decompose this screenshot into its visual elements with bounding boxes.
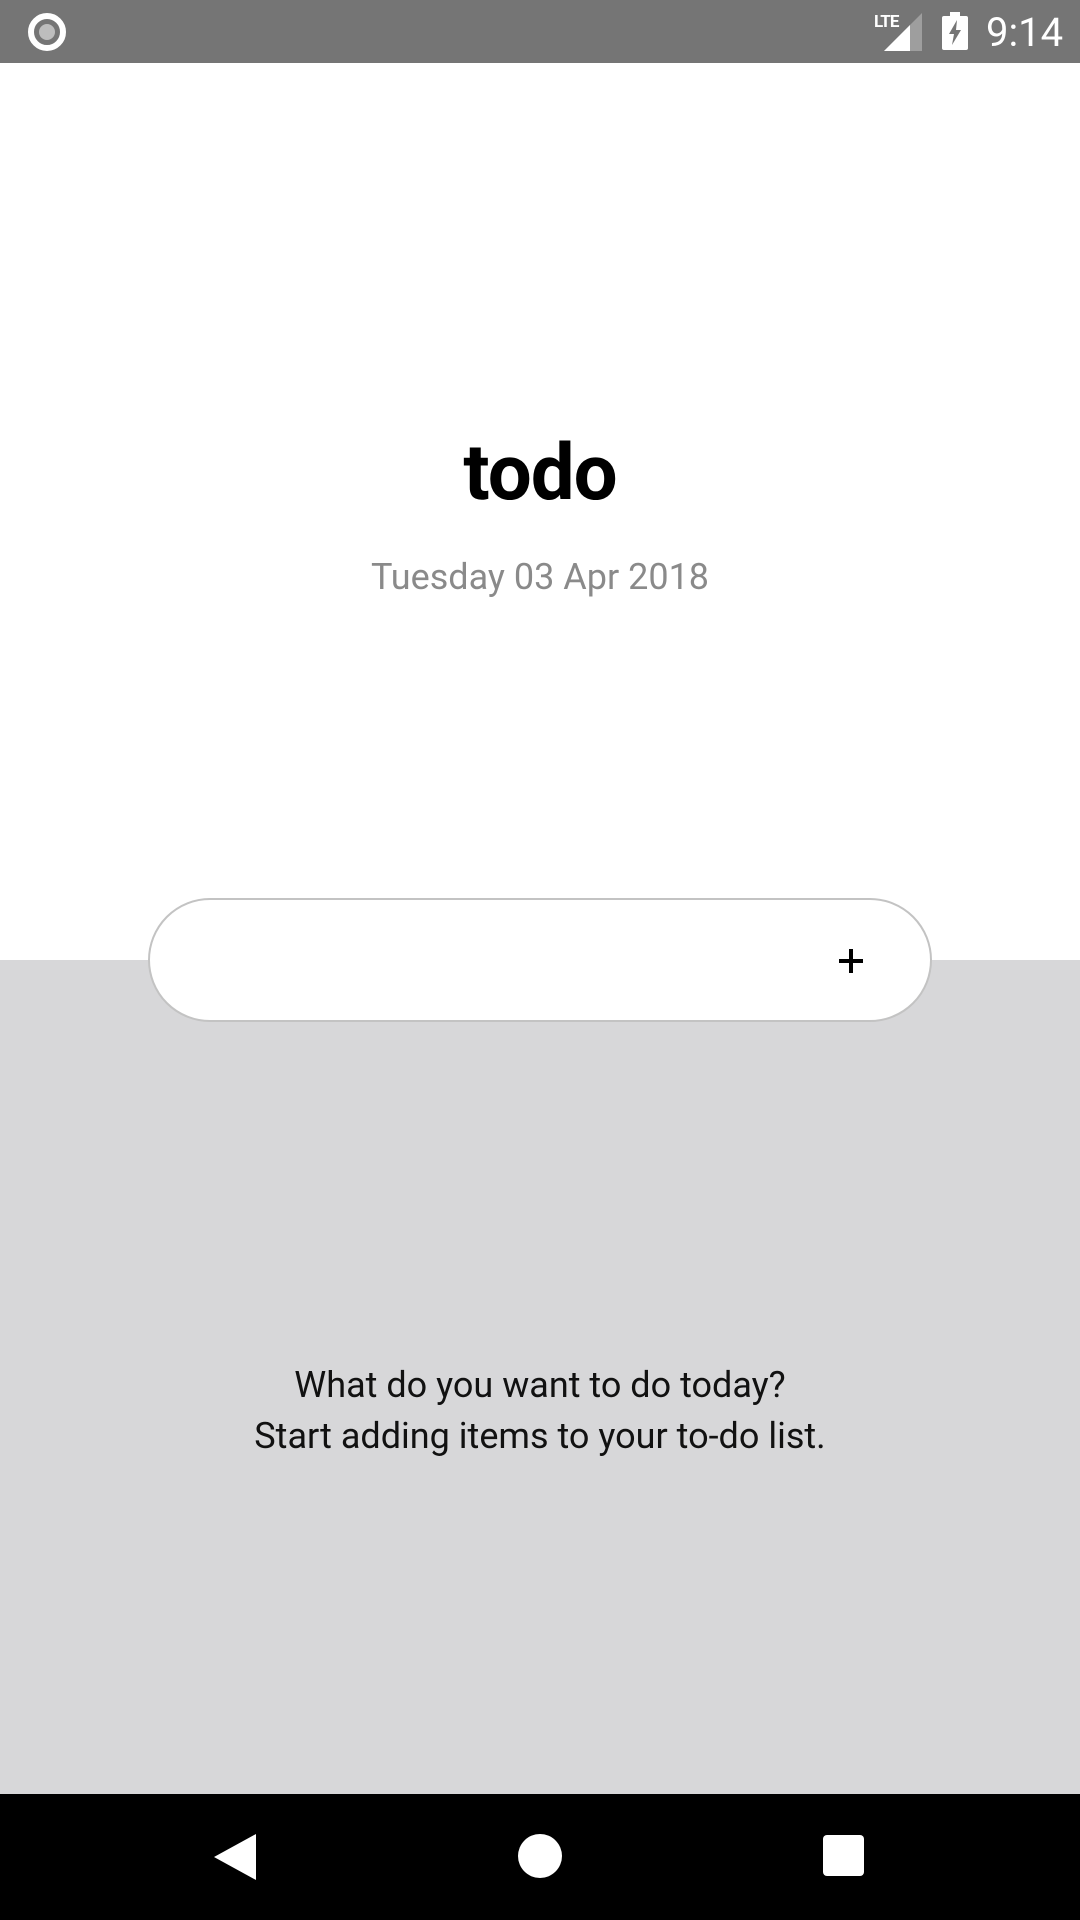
plus-icon — [839, 949, 863, 973]
status-time: 9:14 — [986, 9, 1064, 56]
signal-icon — [884, 13, 922, 51]
home-icon[interactable] — [518, 1834, 562, 1878]
add-todo-button[interactable] — [816, 926, 886, 996]
recent-apps-icon[interactable] — [823, 1835, 864, 1876]
new-todo-bar — [148, 898, 932, 1022]
app-title: todo — [463, 428, 617, 519]
empty-state-line-2: Start adding items to your to-do list. — [254, 1415, 826, 1457]
date-label: Tuesday 03 Apr 2018 — [370, 556, 710, 598]
battery-charging-icon — [942, 12, 968, 50]
record-indicator-icon — [28, 13, 66, 51]
empty-state-message: What do you want to do today? Start addi… — [0, 1360, 1080, 1462]
back-icon[interactable] — [212, 1832, 258, 1882]
status-bar: LTE 9:14 — [0, 0, 1080, 63]
empty-state-line-1: What do you want to do today? — [294, 1364, 786, 1406]
navigation-bar — [0, 1794, 1080, 1920]
new-todo-input[interactable] — [190, 922, 810, 1000]
